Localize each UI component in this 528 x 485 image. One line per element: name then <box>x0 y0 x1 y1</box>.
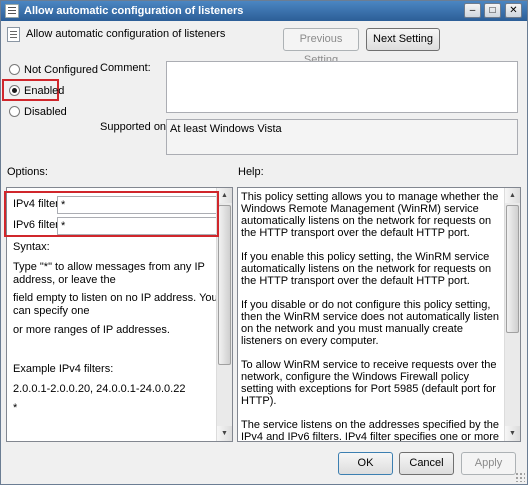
help-scroll-thumb[interactable] <box>506 205 519 333</box>
radio-disabled[interactable]: Disabled <box>9 106 67 118</box>
radio-label: Disabled <box>24 106 67 118</box>
title-bar[interactable]: Allow automatic configuration of listene… <box>1 1 527 21</box>
radio-circle <box>9 106 20 117</box>
example-line: 2.0.0.1-2.0.0.20, 24.0.0.1-24.0.0.22 <box>13 383 186 395</box>
example-line: * <box>13 402 18 414</box>
radio-enabled[interactable]: Enabled <box>9 85 64 97</box>
policy-dialog-window: Allow automatic configuration of listene… <box>0 0 528 485</box>
scroll-up-icon[interactable]: ▲ <box>217 188 232 203</box>
maximize-button[interactable]: □ <box>484 3 501 18</box>
help-paragraph: If you enable this policy setting, the W… <box>241 251 492 287</box>
scroll-down-icon[interactable]: ▼ <box>217 426 232 441</box>
help-paragraph: If you disable or do not configure this … <box>241 299 500 347</box>
apply-button[interactable]: Apply <box>461 452 516 475</box>
minimize-button[interactable]: – <box>464 3 481 18</box>
resize-grip-icon[interactable] <box>515 472 525 482</box>
policy-title: Allow automatic configuration of listene… <box>26 28 226 40</box>
help-text: This policy setting allows you to manage… <box>241 191 503 442</box>
filters-highlight-box <box>4 191 219 237</box>
help-paragraph: This policy setting allows you to manage… <box>241 191 499 239</box>
next-setting-button[interactable]: Next Setting <box>366 28 440 51</box>
syntax-line: or more ranges of IP addresses. <box>13 324 170 336</box>
policy-setting-icon <box>7 27 20 42</box>
syntax-heading: Syntax: <box>13 241 50 253</box>
help-paragraph: The service listens on the addresses spe… <box>241 419 500 442</box>
radio-not-configured[interactable]: Not Configured <box>9 64 98 76</box>
supported-on-field: At least Windows Vista <box>166 119 518 155</box>
supported-on-value: At least Windows Vista <box>170 123 282 135</box>
options-scroll-thumb[interactable] <box>218 205 231 365</box>
scroll-up-icon[interactable]: ▲ <box>505 188 520 203</box>
syntax-line: field empty to listen on no IP address. … <box>13 292 218 317</box>
cancel-button[interactable]: Cancel <box>399 452 454 475</box>
example-heading: Example IPv4 filters: <box>13 363 114 375</box>
help-pane: This policy setting allows you to manage… <box>237 187 521 442</box>
policy-document-icon <box>5 4 19 18</box>
scroll-down-icon[interactable]: ▼ <box>505 426 520 441</box>
help-label: Help: <box>238 166 264 178</box>
window-title: Allow automatic configuration of listene… <box>24 5 244 17</box>
comment-label: Comment: <box>100 62 151 74</box>
radio-label: Enabled <box>24 85 65 97</box>
help-scrollbar[interactable]: ▲ ▼ <box>504 188 520 441</box>
comment-textarea[interactable] <box>166 61 518 113</box>
supported-on-label: Supported on: <box>100 121 170 133</box>
close-button[interactable]: ✕ <box>505 3 522 18</box>
syntax-line: Type "*" to allow messages from any IP a… <box>13 261 205 286</box>
radio-circle <box>9 64 20 75</box>
radio-label: Not Configured <box>24 64 98 76</box>
previous-setting-button[interactable]: Previous Setting <box>283 28 359 66</box>
help-paragraph: To allow WinRM service to receive reques… <box>241 359 497 407</box>
ok-button[interactable]: OK <box>338 452 393 475</box>
options-label: Options: <box>7 166 48 178</box>
radio-circle-checked <box>9 85 20 96</box>
